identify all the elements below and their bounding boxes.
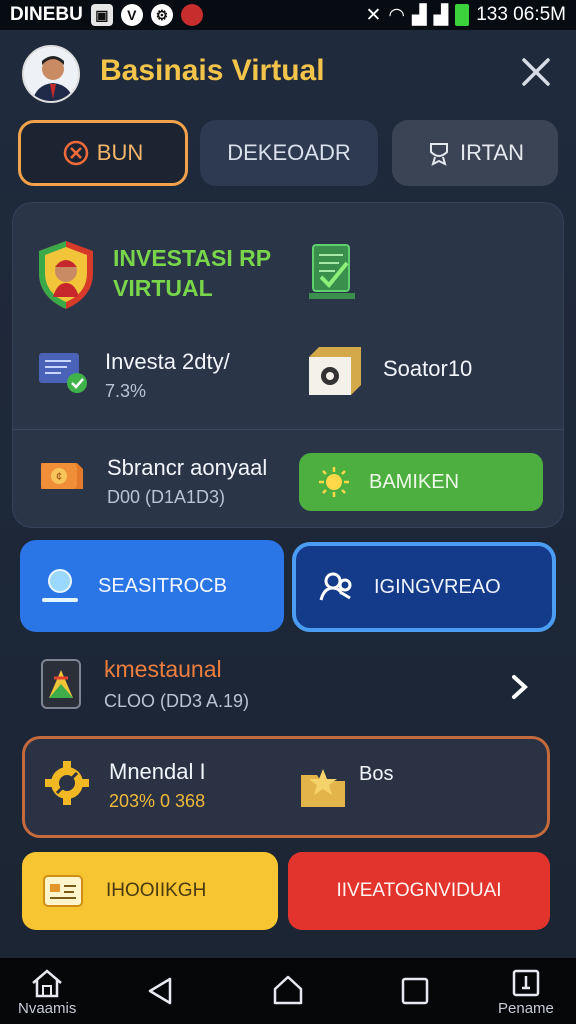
yellow-action-button[interactable]: IHOOIIKGH: [22, 852, 278, 930]
settings-item[interactable]: Soator10: [305, 339, 472, 399]
card-value: 203% 0 368: [109, 791, 206, 811]
header: Basinais Virtual: [0, 30, 576, 120]
user-icon: [42, 569, 78, 602]
balance-item[interactable]: ¢ Sbrancr aonyaal D00 (D1A1D3): [37, 455, 267, 508]
id-card-icon: [43, 875, 83, 907]
nav-home[interactable]: Nvaamis: [18, 968, 76, 1017]
app-screen: Basinais Virtual BUN DEKEOADR IRTAN INVE…: [0, 30, 576, 958]
bamiken-button[interactable]: BAMIKEN: [299, 453, 543, 511]
users-icon: [319, 572, 352, 601]
clock-label: 133 06:5M: [476, 4, 566, 25]
wifi-icon: ◠: [388, 4, 405, 26]
tab-label: DEKEOADR: [227, 140, 351, 165]
close-icon: [522, 58, 550, 86]
flag-notification-icon: [180, 4, 203, 26]
item-value: 7.3%: [105, 381, 147, 401]
tab-dekeoadr[interactable]: DEKEOADR: [200, 120, 378, 186]
tab-bun[interactable]: BUN: [18, 120, 188, 186]
battery-icon: [455, 4, 470, 26]
mute-icon: ✕: [365, 4, 382, 26]
button-label: IIVEATOGNVIDUAI: [336, 880, 502, 901]
status-bar: DINEBU ▣ V ⚙ ✕ ◠ ▟ ▟ 133 06:5M: [0, 0, 576, 30]
home-outline-icon: [273, 975, 303, 1005]
document-check-icon: [309, 244, 355, 299]
button-label: BAMIKEN: [369, 470, 460, 493]
coin-wallet-icon: ¢: [41, 463, 83, 489]
signal-icon: ▟: [411, 4, 427, 26]
tab-bar: BUN DEKEOADR IRTAN: [18, 120, 558, 186]
gear-icon: [45, 761, 89, 805]
cancel-circle-icon: [63, 140, 89, 166]
item-title: Soator10: [383, 356, 473, 381]
shield-notification-icon: V: [120, 4, 143, 26]
red-action-button[interactable]: IIVEATOGNVIDUAI: [288, 852, 550, 930]
card-title: Bos: [359, 763, 394, 785]
nav-profile[interactable]: Pename: [498, 968, 554, 1017]
list-item[interactable]: kmestaunal CLOO (DD3 A.19): [0, 642, 576, 740]
home-icon: [32, 969, 62, 998]
chevron-right-icon: [512, 675, 528, 699]
divider: [13, 429, 563, 430]
investment-item[interactable]: Investa 2dty/ 7.3%: [37, 349, 230, 402]
item-title: Investa 2dty/: [105, 349, 230, 374]
list-value: CLOO (DD3 A.19): [104, 691, 250, 711]
close-button[interactable]: [516, 52, 556, 92]
card-title: Mnendal I: [109, 759, 206, 784]
phone-chart-icon: [41, 659, 81, 709]
award-icon: [430, 143, 448, 166]
shield-icon: [39, 241, 93, 309]
tab-label: BUN: [96, 140, 144, 165]
igingvreao-button[interactable]: IGINGVREAO: [292, 542, 556, 632]
nav-recents[interactable]: [400, 976, 430, 1006]
investment-title: INVESTASI RP VIRTUAL: [113, 245, 272, 301]
nav-label: Nvaamis: [18, 1000, 77, 1017]
carrier-label: DINEBU: [10, 4, 83, 25]
sun-icon: [319, 467, 349, 497]
back-triangle-icon: [148, 977, 172, 1005]
investment-panel: INVESTASI RP VIRTUAL Investa 2dty/ 7.3%: [12, 202, 564, 528]
profile-card-icon: [512, 969, 540, 997]
navigation-bar: Nvaamis Pename: [0, 958, 576, 1024]
page-title: Basinais Virtual: [100, 54, 325, 87]
photo-icon: ▣: [90, 4, 113, 26]
button-label: SEASITROCB: [98, 574, 227, 597]
avatar[interactable]: [22, 45, 80, 103]
folder-star-icon: [301, 769, 345, 807]
button-label: IHOOIIKGH: [106, 880, 207, 901]
summary-card[interactable]: Mnendal I 203% 0 368 Bos: [22, 736, 550, 838]
nav-home-button[interactable]: [272, 974, 304, 1006]
button-label: IGINGVREAO: [374, 575, 501, 598]
tab-label: IRTAN: [460, 140, 524, 165]
signal2-icon: ▟: [433, 4, 449, 26]
monitor-check-icon: [39, 353, 87, 393]
item-title: Sbrancr aonyaal: [107, 455, 268, 480]
svg-text:¢: ¢: [56, 471, 62, 483]
recents-square-icon: [401, 977, 429, 1005]
app-notification-icon: ⚙: [150, 4, 173, 26]
nav-label: Pename: [498, 1000, 554, 1017]
nav-back[interactable]: [146, 976, 174, 1006]
list-title: kmestaunal: [104, 656, 222, 682]
tab-irtan[interactable]: IRTAN: [392, 120, 558, 186]
gear-box-icon: [309, 347, 361, 395]
item-value: D00 (D1A1D3): [107, 487, 226, 507]
seasitrocb-button[interactable]: SEASITROCB: [20, 540, 284, 632]
